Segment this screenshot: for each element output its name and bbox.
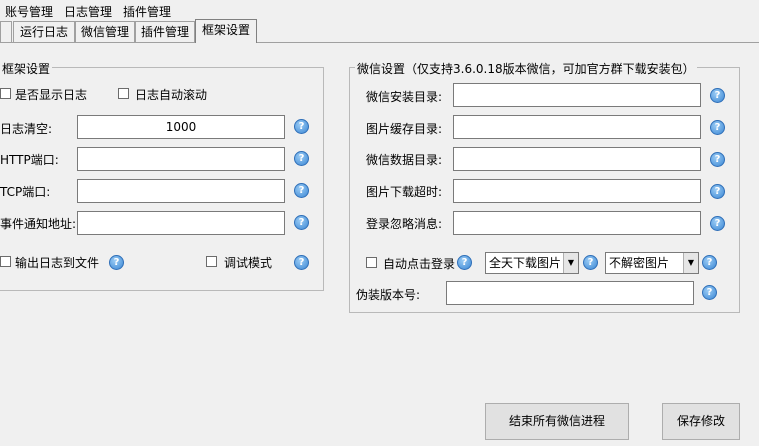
log-clear-label: 日志清空: <box>0 122 53 136</box>
ignore-msg-label: 登录忽略消息: <box>366 217 443 231</box>
fake-version-label: 伪装版本号: <box>356 288 421 302</box>
image-timeout-input[interactable] <box>453 179 701 203</box>
help-icon[interactable]: ? <box>710 152 725 167</box>
help-icon[interactable]: ? <box>294 183 309 198</box>
decrypt-option-value: 不解密图片 <box>609 256 670 270</box>
framework-settings-title: 框架设置 <box>0 60 53 77</box>
help-icon[interactable]: ? <box>294 151 309 166</box>
decrypt-option-select[interactable]: 不解密图片 ▼ <box>605 252 699 274</box>
event-url-label: 事件通知地址: <box>0 217 77 231</box>
auto-scroll-label: 日志自动滚动 <box>135 88 208 102</box>
wechat-settings-title: 微信设置（仅支持3.6.0.18版本微信，可加官方群下载安装包） <box>355 60 697 77</box>
help-icon[interactable]: ? <box>583 255 598 270</box>
chevron-down-icon: ▼ <box>683 253 698 273</box>
auto-scroll-checkbox[interactable] <box>118 88 129 99</box>
data-dir-input[interactable] <box>453 147 701 171</box>
help-icon[interactable]: ? <box>710 120 725 135</box>
tab-framework-settings[interactable]: 框架设置 <box>195 19 257 43</box>
tcp-port-input[interactable] <box>77 179 285 203</box>
help-icon[interactable]: ? <box>710 184 725 199</box>
download-option-value: 全天下载图片 <box>489 256 562 270</box>
auto-login-checkbox[interactable] <box>366 257 377 268</box>
help-icon[interactable]: ? <box>294 119 309 134</box>
help-icon[interactable]: ? <box>710 216 725 231</box>
help-icon[interactable]: ? <box>702 285 717 300</box>
show-log-label: 是否显示日志 <box>15 88 88 102</box>
log-to-file-checkbox[interactable] <box>0 256 11 267</box>
fake-version-input[interactable] <box>446 281 694 305</box>
chevron-down-icon: ▼ <box>563 253 578 273</box>
auto-login-label: 自动点击登录 <box>383 257 456 271</box>
tab-divider <box>0 42 759 43</box>
image-timeout-label: 图片下载超时: <box>366 185 443 199</box>
install-dir-input[interactable] <box>453 83 701 107</box>
tab-plugin[interactable]: 插件管理 <box>135 21 195 42</box>
debug-mode-label: 调试模式 <box>224 256 273 270</box>
download-option-select[interactable]: 全天下载图片 ▼ <box>485 252 579 274</box>
event-url-input[interactable] <box>77 211 285 235</box>
http-port-input[interactable] <box>77 147 285 171</box>
help-icon[interactable]: ? <box>710 88 725 103</box>
save-button[interactable]: 保存修改 <box>662 403 740 440</box>
http-port-label: HTTP端口: <box>0 153 59 167</box>
show-log-checkbox[interactable] <box>0 88 11 99</box>
image-cache-dir-label: 图片缓存目录: <box>366 122 443 136</box>
menu-plugin[interactable]: 插件管理 <box>123 3 171 20</box>
menu-account[interactable]: 账号管理 <box>5 3 53 20</box>
tab-wechat[interactable]: 微信管理 <box>75 21 135 42</box>
image-cache-dir-input[interactable] <box>453 115 701 139</box>
ignore-msg-input[interactable] <box>453 211 701 235</box>
kill-all-wechat-button[interactable]: 结束所有微信进程 <box>485 403 629 440</box>
data-dir-label: 微信数据目录: <box>366 153 443 167</box>
debug-mode-checkbox[interactable] <box>206 256 217 267</box>
help-icon[interactable]: ? <box>457 255 472 270</box>
help-icon[interactable]: ? <box>294 215 309 230</box>
log-clear-input[interactable]: 1000 <box>77 115 285 139</box>
install-dir-label: 微信安装目录: <box>366 90 443 104</box>
tcp-port-label: TCP端口: <box>0 185 51 199</box>
menu-log[interactable]: 日志管理 <box>64 3 112 20</box>
tab-run-log[interactable]: 运行日志 <box>13 21 75 42</box>
tab-scroll-left[interactable] <box>0 21 12 42</box>
help-icon[interactable]: ? <box>294 255 309 270</box>
help-icon[interactable]: ? <box>109 255 124 270</box>
log-to-file-label: 输出日志到文件 <box>15 256 100 270</box>
help-icon[interactable]: ? <box>702 255 717 270</box>
